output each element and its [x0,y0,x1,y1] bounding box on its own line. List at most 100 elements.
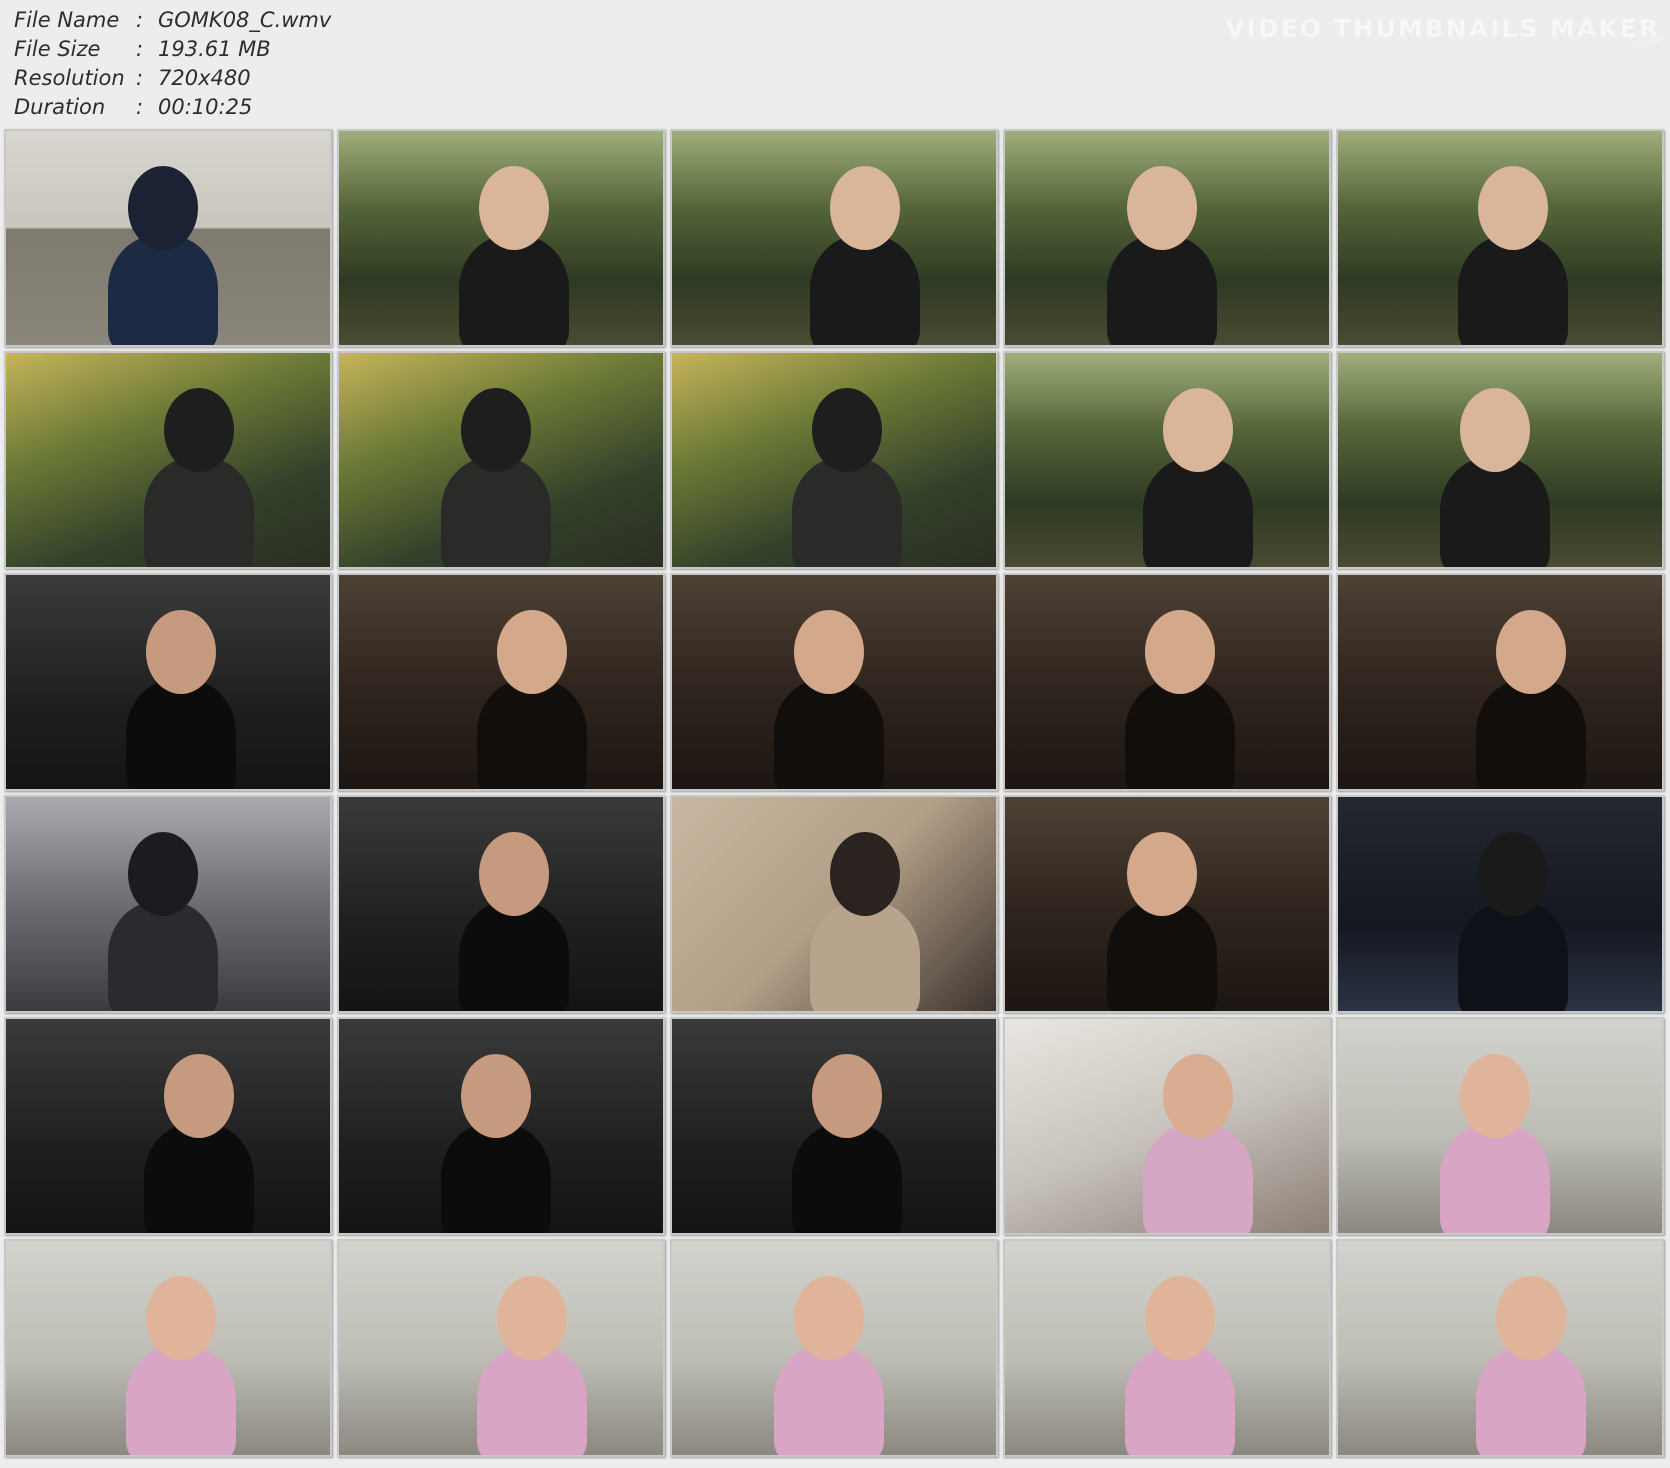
thumbnail-figure [1476,1345,1586,1455]
resolution-label: Resolution [14,66,125,90]
video-thumbnail [4,573,332,791]
video-thumbnail [4,351,332,569]
file-size-row: File Size : 193.61 MB [14,35,331,64]
thumbnail-figure [1476,679,1586,789]
file-name-value: GOMK08_C.wmv [158,8,332,32]
resolution-value: 720x480 [158,66,251,90]
thumbnail-figure-head [497,610,567,694]
duration-row: Duration : 00:10:25 [14,93,331,122]
thumbnail-figure-head [794,1276,864,1360]
thumbnail-figure [774,1345,884,1455]
thumbnail-figure-head [830,166,900,250]
thumbnail-figure-head [461,1054,531,1138]
file-name-separator: : [136,8,144,32]
file-name-row: File Name : GOMK08_C.wmv [14,6,331,35]
thumbnail-figure-head [830,832,900,916]
thumbnail-figure-head [497,1276,567,1360]
file-size-label: File Size [14,37,101,61]
video-thumbnail [670,573,998,791]
thumbnail-figure [1458,901,1568,1011]
thumbnail-figure [144,457,254,567]
thumbnail-figure [1125,1345,1235,1455]
video-thumbnail [670,795,998,1013]
thumbnail-figure-head [1127,832,1197,916]
video-thumbnail [670,1017,998,1235]
thumbnail-figure [477,679,587,789]
video-thumbnail [670,351,998,569]
duration-label: Duration [14,95,106,119]
thumbnail-figure [108,901,218,1011]
thumbnail-figure-head [1145,1276,1215,1360]
thumbnail-figure [459,235,569,345]
video-thumbnail [337,795,665,1013]
thumbnail-figure [108,235,218,345]
thumbnail-figure [459,901,569,1011]
file-size-value: 193.61 MB [158,37,271,61]
thumbnail-figure-head [146,1276,216,1360]
thumbnail-figure-head [1496,610,1566,694]
resolution-row: Resolution : 720x480 [14,64,331,93]
video-thumbnail [1003,573,1331,791]
thumbnail-figure-head [794,610,864,694]
thumbnail-figure-head [479,166,549,250]
thumbnail-figure-head [1478,832,1548,916]
video-thumbnail [1003,1017,1331,1235]
thumbnail-figure-head [128,166,198,250]
thumbnail-figure [792,1123,902,1233]
file-info-panel: File Name : GOMK08_C.wmv File Size : 193… [14,6,331,122]
thumbnail-figure-head [1145,610,1215,694]
video-thumbnail [1336,1017,1664,1235]
thumbnail-figure [792,457,902,567]
thumbnail-figure [1440,457,1550,567]
video-thumbnail [1003,795,1331,1013]
thumbnail-figure [144,1123,254,1233]
thumbnail-figure-head [812,1054,882,1138]
video-thumbnail [337,1017,665,1235]
thumbnail-figure-head [479,832,549,916]
video-thumbnail [337,573,665,791]
resolution-separator: : [136,66,144,90]
thumbnail-figure-head [461,388,531,472]
thumbnail-figure [1143,1123,1253,1233]
file-size-separator: : [136,37,144,61]
video-thumbnail [1336,351,1664,569]
video-thumbnail [1003,1239,1331,1457]
thumbnail-figure-head [1478,166,1548,250]
thumbnail-grid [4,129,1664,1457]
video-thumbnail [670,1239,998,1457]
thumbnail-figure-head [812,388,882,472]
video-thumbnail [4,1239,332,1457]
thumbnail-figure [441,457,551,567]
thumbnail-figure [126,1345,236,1455]
video-thumbnail [337,1239,665,1457]
thumbnail-figure [1107,901,1217,1011]
thumbnail-figure-head [1127,166,1197,250]
thumbnail-figure-head [164,388,234,472]
thumbnail-figure [477,1345,587,1455]
video-thumbnail [1336,573,1664,791]
watermark-title: VIDEO THUMBNAILS MAKER [1225,14,1660,43]
thumbnail-figure [126,679,236,789]
thumbnail-figure-head [1460,1054,1530,1138]
duration-value: 00:10:25 [158,95,253,119]
video-thumbnail [1336,1239,1664,1457]
thumbnail-figure-head [1496,1276,1566,1360]
watermark-logo: VIDEO THUMBNAILS MAKER by Cliff [1225,14,1660,49]
thumbnail-figure-head [146,610,216,694]
file-name-label: File Name [14,8,120,32]
thumbnail-figure-head [1163,388,1233,472]
video-thumbnail [1003,129,1331,347]
video-thumbnail [1336,795,1664,1013]
video-thumbnail [670,129,998,347]
thumbnail-figure-head [1460,388,1530,472]
video-thumbnail [1336,129,1664,347]
thumbnail-figure [774,679,884,789]
thumbnail-figure-head [128,832,198,916]
thumbnail-figure [1125,679,1235,789]
thumbnail-figure [441,1123,551,1233]
video-thumbnail [4,1017,332,1235]
thumbnail-figure [1440,1123,1550,1233]
thumbnail-figure [810,235,920,345]
thumbnail-figure [810,901,920,1011]
thumbnail-figure-head [164,1054,234,1138]
